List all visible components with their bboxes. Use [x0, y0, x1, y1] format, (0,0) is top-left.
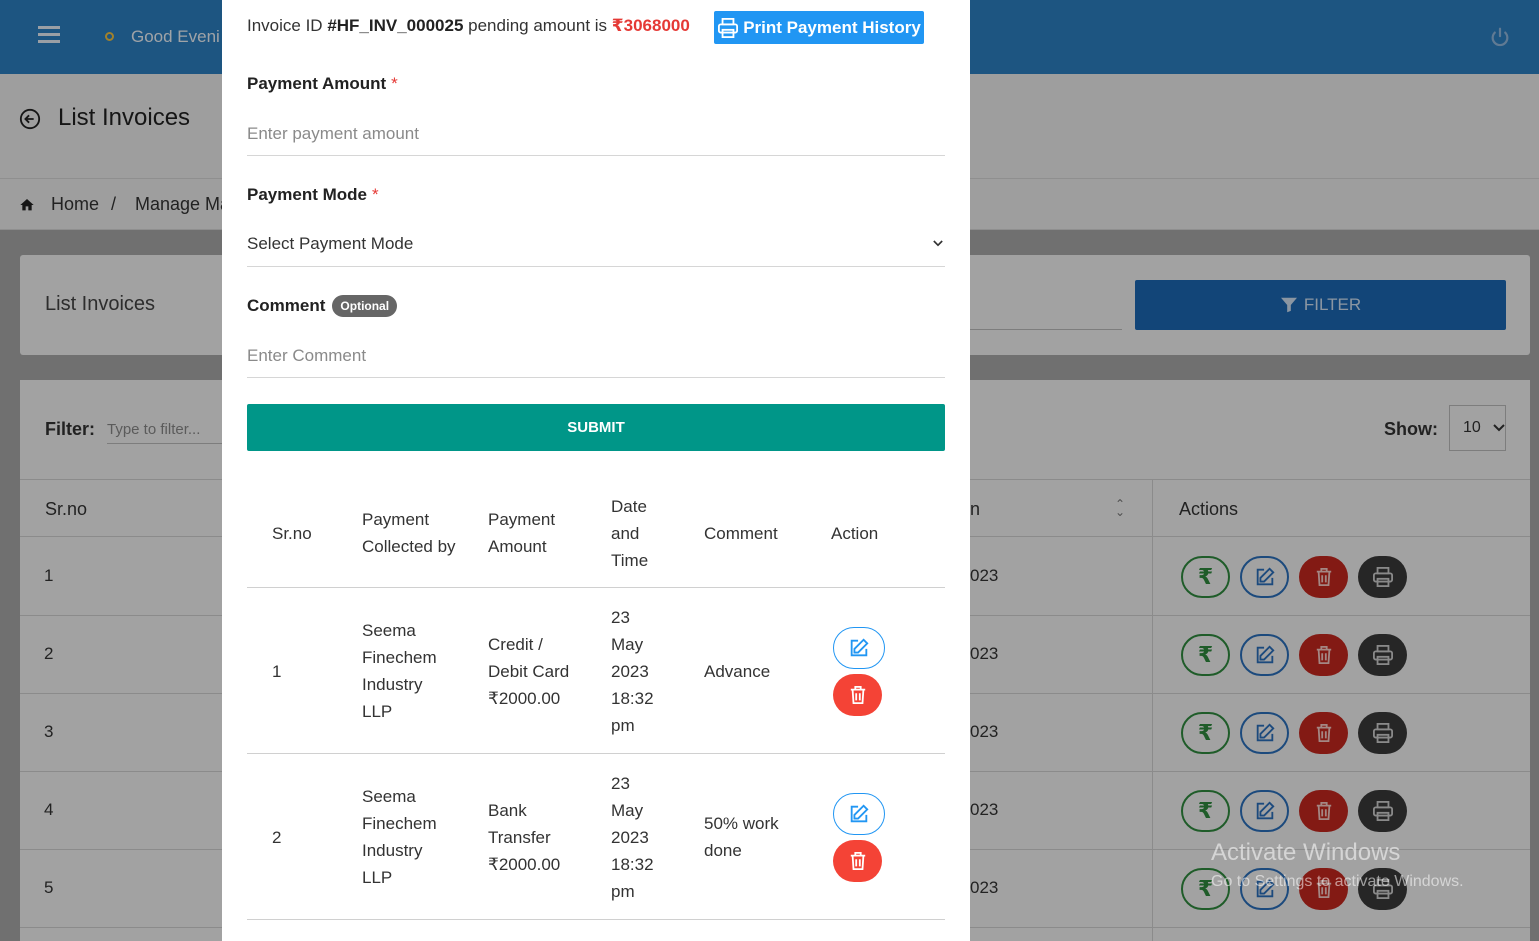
history-delete-button[interactable] [833, 673, 882, 716]
history-payment-mode: Credit / Debit Card [488, 634, 570, 681]
comment-input[interactable] [247, 334, 945, 378]
edit-icon [850, 803, 869, 822]
history-column-datetime: Date and Time [611, 496, 649, 570]
comment-label: Comment Optional [247, 295, 398, 317]
history-amount-cell: Credit / Debit Card ₹2000.00 [488, 588, 573, 754]
edit-icon [850, 637, 869, 656]
required-mark: * [371, 185, 379, 204]
history-edit-button[interactable] [833, 626, 885, 669]
history-payment-mode: Bank Transfer [488, 800, 551, 847]
comment-label-text: Comment [247, 296, 326, 315]
history-column-srno: Sr.no [272, 523, 312, 543]
payment-modal: Invoice ID #HF_INV_000025 pending amount… [222, 0, 970, 941]
history-collected-by: Seema Finechem Industry LLP [362, 787, 437, 887]
payment-amount-input[interactable] [247, 112, 945, 156]
invoice-middle: pending amount is [463, 16, 612, 35]
history-delete-button[interactable] [833, 839, 882, 882]
payment-amount-label-text: Payment Amount [247, 74, 387, 93]
printer-icon [718, 17, 739, 38]
trash-icon [850, 685, 865, 704]
payment-mode-select[interactable]: Select Payment Mode [247, 221, 945, 267]
history-row: 2 Seema Finechem Industry LLP Bank Trans… [247, 754, 945, 920]
trash-icon [850, 851, 865, 870]
pending-amount: ₹3068000 [611, 16, 690, 35]
history-column-comment: Comment [704, 523, 778, 543]
payment-history-header: Sr.no Payment Collected by Payment Amoun… [247, 478, 945, 588]
history-column-amount: Payment Amount [488, 510, 556, 556]
payment-mode-label: Payment Mode * [247, 185, 379, 205]
payment-mode-value: Select Payment Mode [247, 233, 414, 253]
payment-mode-label-text: Payment Mode [247, 185, 367, 204]
history-row: 1 Seema Finechem Industry LLP Credit / D… [247, 588, 945, 754]
invoice-id: #HF_INV_000025 [327, 16, 464, 35]
history-actions [833, 626, 885, 716]
history-comment: Advance [704, 661, 771, 681]
history-collected-by: Seema Finechem Industry LLP [362, 621, 437, 721]
history-datetime: 23 May 2023 18:32 pm [611, 607, 654, 735]
history-amount: ₹2000.00 [488, 854, 561, 874]
required-mark: * [391, 74, 398, 93]
invoice-summary: Invoice ID #HF_INV_000025 pending amount… [247, 16, 690, 36]
optional-badge: Optional [332, 295, 398, 317]
print-payment-history-button[interactable]: Print Payment History [714, 11, 924, 44]
history-datetime: 23 May 2023 18:32 pm [611, 773, 654, 901]
submit-button[interactable]: SUBMIT [247, 404, 945, 451]
payment-amount-label: Payment Amount * [247, 74, 398, 94]
invoice-prefix: Invoice ID [247, 16, 328, 35]
windows-watermark-subtitle: Go to Settings to activate Windows. [1211, 873, 1464, 890]
history-srno: 2 [272, 827, 282, 847]
history-column-action: Action [831, 523, 879, 543]
history-actions [833, 792, 885, 882]
print-button-label: Print Payment History [743, 17, 921, 37]
history-amount-cell: Bank Transfer ₹2000.00 [488, 754, 573, 920]
history-column-collected-by: Payment Collected by [362, 510, 456, 556]
windows-watermark-title: Activate Windows [1211, 839, 1401, 866]
history-srno: 1 [272, 661, 282, 681]
chevron-down-icon [933, 240, 943, 247]
history-amount: ₹2000.00 [488, 688, 561, 708]
history-edit-button[interactable] [833, 792, 885, 835]
history-comment: 50% work done [704, 814, 779, 860]
